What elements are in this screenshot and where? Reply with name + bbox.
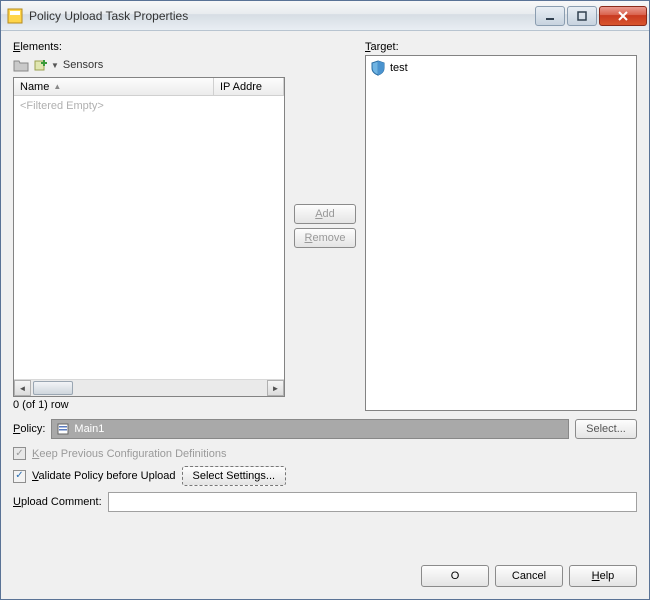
validate-checkbox[interactable]	[13, 470, 26, 483]
comment-row: Upload Comment:	[13, 492, 637, 512]
elements-panel: Elements: ▼ Sensors Name ▲	[13, 41, 285, 411]
add-sensor-icon[interactable]	[33, 57, 49, 73]
close-button[interactable]	[599, 6, 647, 26]
select-settings-button[interactable]: Select Settings...	[182, 466, 287, 486]
app-icon	[7, 8, 23, 24]
window-title: Policy Upload Task Properties	[29, 9, 533, 23]
target-label: Target:	[365, 41, 637, 53]
scroll-thumb[interactable]	[33, 381, 73, 395]
minimize-button[interactable]	[535, 6, 565, 26]
shield-icon	[370, 60, 386, 76]
help-button[interactable]: Help	[569, 565, 637, 587]
policy-value: Main1	[74, 423, 104, 435]
folder-icon[interactable]	[13, 57, 29, 73]
dialog-content: Elements: ▼ Sensors Name ▲	[13, 41, 637, 587]
list-item[interactable]: test	[370, 60, 632, 76]
keep-prev-label: Keep Previous Configuration Definitions	[32, 448, 226, 460]
list-header: Name ▲ IP Addre	[14, 78, 284, 96]
validate-row: Validate Policy before Upload Select Set…	[13, 466, 637, 486]
target-panel: Target: test	[365, 41, 637, 411]
column-name-label: Name	[20, 81, 49, 93]
transfer-buttons: Add Remove	[285, 41, 365, 411]
cancel-button[interactable]: Cancel	[495, 565, 563, 587]
horizontal-scrollbar[interactable]: ◄ ►	[14, 379, 284, 396]
target-list[interactable]: test	[365, 55, 637, 411]
lower-section: Policy: Main1 Select... Keep Previous Co…	[13, 419, 637, 512]
comment-input[interactable]	[108, 492, 637, 512]
select-policy-button[interactable]: Select...	[575, 419, 637, 439]
elements-label: Elements:	[13, 41, 285, 53]
maximize-button[interactable]	[567, 6, 597, 26]
elements-toolbar: ▼ Sensors	[13, 55, 285, 75]
add-button[interactable]: Add	[294, 204, 356, 224]
scroll-right-button[interactable]: ►	[267, 380, 284, 396]
policy-label: Policy:	[13, 423, 45, 435]
list-body: <Filtered Empty>	[14, 96, 284, 378]
titlebar[interactable]: Policy Upload Task Properties	[1, 1, 649, 31]
policy-row: Policy: Main1 Select...	[13, 419, 637, 439]
ok-button[interactable]: O	[421, 565, 489, 587]
keep-prev-row: Keep Previous Configuration Definitions	[13, 447, 637, 460]
window-buttons	[533, 6, 647, 26]
scroll-left-button[interactable]: ◄	[14, 380, 31, 396]
validate-label: Validate Policy before Upload	[32, 470, 176, 482]
sort-asc-icon: ▲	[53, 82, 61, 91]
keep-prev-checkbox	[13, 447, 26, 460]
comment-label: Upload Comment:	[13, 496, 102, 508]
toolbar-label: Sensors	[63, 59, 103, 71]
column-ip-label: IP Addre	[220, 81, 262, 93]
empty-placeholder: <Filtered Empty>	[14, 96, 284, 116]
policy-icon	[56, 422, 70, 436]
remove-button[interactable]: Remove	[294, 228, 357, 248]
dialog-footer: O Cancel Help	[421, 565, 637, 587]
target-item-label: test	[390, 62, 408, 74]
top-row: Elements: ▼ Sensors Name ▲	[13, 41, 637, 411]
elements-list[interactable]: Name ▲ IP Addre <Filtered Empty> ◄	[13, 77, 285, 397]
column-ip-header[interactable]: IP Addre	[214, 78, 284, 95]
dialog-window: Policy Upload Task Properties Elements: …	[0, 0, 650, 600]
row-count: 0 (of 1) row	[13, 399, 285, 411]
policy-field[interactable]: Main1	[51, 419, 569, 439]
dropdown-arrow-icon[interactable]: ▼	[51, 61, 59, 70]
column-name-header[interactable]: Name ▲	[14, 78, 214, 95]
scroll-track[interactable]	[31, 380, 267, 396]
